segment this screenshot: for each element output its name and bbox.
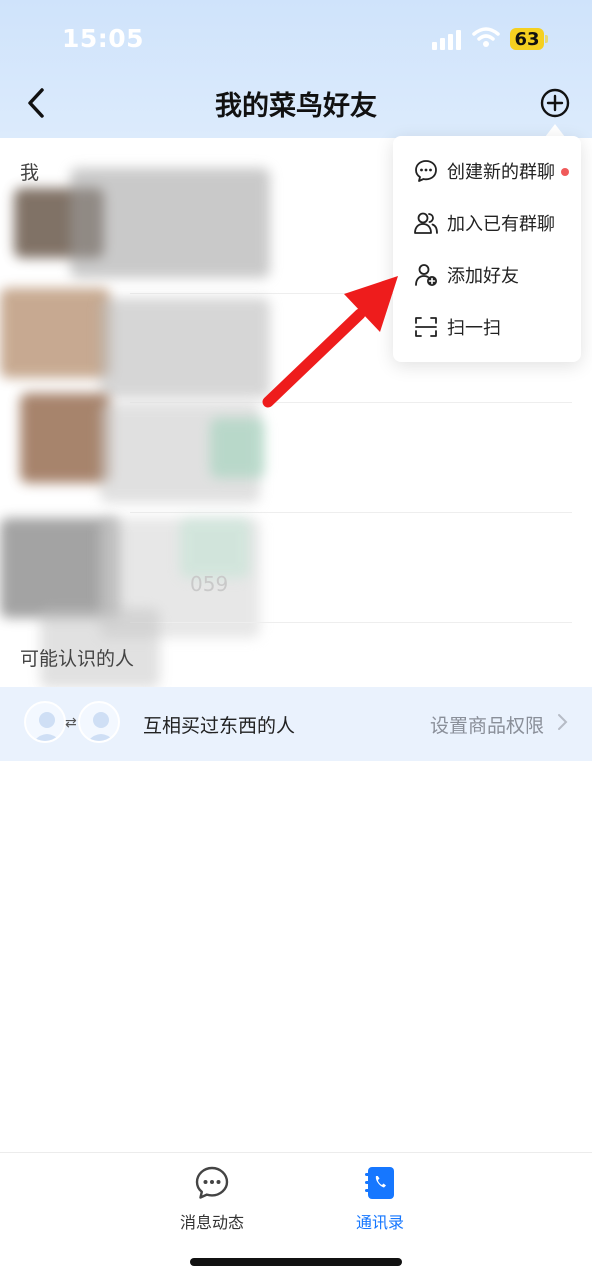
status-time: 15:05 [62, 24, 145, 53]
scan-icon [415, 317, 437, 337]
section-label-maybe-known: 可能认识的人 [20, 648, 135, 670]
set-product-permission-link[interactable]: 设置商品权限 [430, 711, 544, 738]
message-bubble-icon [195, 1166, 229, 1199]
blurred-region [210, 418, 265, 478]
battery-indicator: 63 [510, 28, 544, 50]
menu-item-join-group[interactable]: 加入已有群聊 [393, 196, 581, 248]
blurred-region [70, 168, 270, 278]
mutual-buyers-row[interactable]: ⇄ 互相买过东西的人 设置商品权限 [0, 687, 592, 761]
tab-messages[interactable]: 消息动态 [152, 1153, 272, 1243]
add-popup-menu: 创建新的群聊 加入已有群聊 添加好友 扫一扫 [393, 136, 581, 362]
menu-label: 添加好友 [447, 266, 519, 287]
list-divider [130, 512, 572, 513]
menu-item-add-friend[interactable]: 添加好友 [393, 248, 581, 300]
red-arrow-annotation [262, 276, 398, 408]
chevron-right-icon [558, 714, 568, 730]
partial-number: 059 [190, 572, 229, 596]
contacts-book-icon [365, 1167, 394, 1199]
default-avatar-icon [78, 701, 120, 743]
menu-label: 加入已有群聊 [447, 214, 555, 235]
default-avatar-icon [24, 701, 66, 743]
battery-tip [545, 35, 548, 43]
blurred-avatar [0, 288, 110, 378]
menu-label: 创建新的群聊 [447, 162, 555, 183]
tab-label: 消息动态 [179, 1213, 244, 1232]
menu-item-create-group[interactable]: 创建新的群聊 [393, 144, 581, 196]
swap-arrows-icon: ⇄ [65, 715, 77, 731]
page-title: 我的菜鸟好友 [215, 91, 377, 122]
group-users-icon [414, 212, 438, 234]
section-label-mine: 我 [20, 162, 40, 184]
home-indicator [190, 1258, 402, 1266]
new-badge-dot [561, 168, 569, 176]
mutual-buyers-label: 互相买过东西的人 [143, 715, 296, 737]
add-circle-icon[interactable] [540, 88, 570, 118]
mutual-avatars: ⇄ [24, 701, 120, 747]
blurred-avatar [20, 393, 110, 483]
add-user-icon [415, 264, 437, 286]
blurred-region [180, 518, 250, 578]
blurred-region [100, 298, 270, 398]
cellular-signal-icon [432, 30, 461, 50]
chat-bubble-icon [415, 160, 437, 182]
tab-label: 通讯录 [355, 1213, 404, 1232]
tab-contacts[interactable]: 通讯录 [320, 1153, 440, 1243]
menu-label: 扫一扫 [447, 318, 501, 339]
menu-item-scan[interactable]: 扫一扫 [393, 300, 581, 352]
wifi-icon [472, 27, 500, 47]
list-divider [130, 622, 572, 623]
